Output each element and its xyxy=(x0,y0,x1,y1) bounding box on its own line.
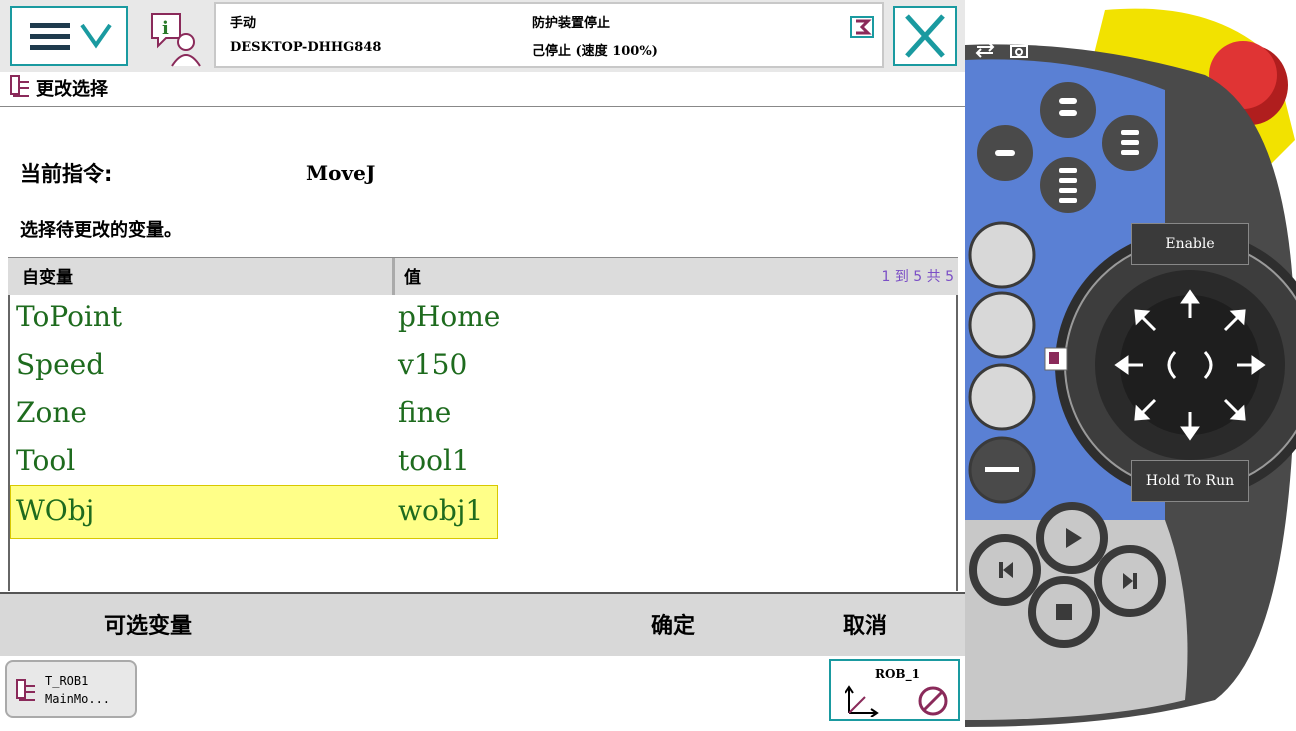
window-title: 更改选择 xyxy=(36,79,108,100)
column-header-value: 值 xyxy=(404,268,421,288)
programmable-key-3 xyxy=(968,363,1036,431)
argument-value: v150 xyxy=(398,348,468,381)
close-window-icon[interactable] xyxy=(1041,12,1063,34)
status-panel: 手动 DESKTOP-DHHG848 防护装置停止 己停止 (速度 100%) xyxy=(214,2,884,68)
controller-name: DESKTOP-DHHG848 xyxy=(230,40,382,55)
argument-name: Speed xyxy=(16,348,105,381)
command-bar: 可选变量 确定 取消 xyxy=(0,592,965,658)
quickset-button[interactable]: ROB_1 xyxy=(829,659,960,721)
minimize-window-icon[interactable] xyxy=(1007,12,1029,34)
event-log-icon[interactable]: i xyxy=(148,8,208,68)
task-name: T_ROB1 xyxy=(45,674,89,688)
top-bar: i 手动 DESKTOP-DHHG848 防护装置停止 己停止 (速度 100%… xyxy=(0,0,965,73)
program-state: 己停止 (速度 100%) xyxy=(532,44,658,59)
cancel-button[interactable]: 取消 xyxy=(843,608,887,640)
table-row[interactable]: Tool tool1 xyxy=(10,439,960,487)
flexpendant-body xyxy=(965,8,1296,727)
mechanical-unit: ROB_1 xyxy=(875,667,920,681)
close-button[interactable] xyxy=(893,6,957,66)
table-header: 自变量 值 1 到 5 共 5 xyxy=(8,257,958,297)
flexpendant-screen: i 手动 DESKTOP-DHHG848 防护装置停止 己停止 (速度 100%… xyxy=(0,0,965,727)
table-row-selected[interactable]: WObj wobj1 xyxy=(10,485,498,539)
module-name: MainMo... xyxy=(45,692,111,706)
swap-hand-icon[interactable] xyxy=(975,42,995,58)
program-editor-icon xyxy=(16,679,35,701)
restore-window-icon[interactable] xyxy=(975,12,997,34)
window-title-bar: 更改选择 xyxy=(0,72,965,107)
hold-to-run-button[interactable]: Hold To Run xyxy=(1131,460,1249,502)
table-row[interactable]: Speed v150 xyxy=(10,343,960,391)
program-editor-task[interactable]: T_ROB1 MainMo... xyxy=(5,660,137,718)
argument-name: WObj xyxy=(16,494,95,527)
argument-list: ToPoint pHome Speed v150 Zone fine Tool … xyxy=(8,295,958,591)
argument-name: Zone xyxy=(16,396,87,429)
abb-menu-button[interactable] xyxy=(10,6,128,66)
programmable-key-2 xyxy=(968,291,1036,359)
program-editor-icon xyxy=(10,75,29,97)
ok-button[interactable]: 确定 xyxy=(651,608,695,640)
svg-text:i: i xyxy=(162,18,169,39)
close-icon xyxy=(905,14,945,58)
current-instruction-label: 当前指令: xyxy=(20,162,113,186)
argument-name: Tool xyxy=(16,444,76,477)
argument-value: wobj1 xyxy=(398,494,484,527)
instruction-hint: 选择待更改的变量。 xyxy=(20,220,182,241)
programmable-key-1 xyxy=(968,221,1036,289)
row-pager: 1 到 5 共 5 xyxy=(881,269,954,285)
table-row[interactable]: Zone fine xyxy=(10,391,960,439)
argument-value: pHome xyxy=(398,300,501,333)
camera-icon[interactable] xyxy=(1009,42,1029,58)
argument-name: ToPoint xyxy=(16,300,123,333)
current-instruction-value: MoveJ xyxy=(306,161,376,185)
no-incremental-icon xyxy=(918,686,948,716)
optional-arguments-button[interactable]: 可选变量 xyxy=(104,608,192,640)
table-row[interactable]: ToPoint pHome xyxy=(10,295,960,343)
enable-button[interactable]: Enable xyxy=(1131,223,1249,265)
argument-value: fine xyxy=(398,396,452,429)
operating-mode: 手动 xyxy=(230,16,257,31)
quickset-status-icon xyxy=(850,16,874,38)
controller-state: 防护装置停止 xyxy=(532,16,611,31)
coordinate-axes-icon xyxy=(845,685,879,717)
toggle-increment-button xyxy=(1036,153,1100,217)
column-divider[interactable] xyxy=(392,258,395,296)
argument-value: tool1 xyxy=(398,444,470,477)
virtual-flexpendant-panel xyxy=(965,0,1296,727)
taskbar: T_ROB1 MainMo... ROB_1 xyxy=(0,656,965,727)
column-header-argument: 自变量 xyxy=(22,268,73,288)
menu-icon xyxy=(30,23,112,50)
